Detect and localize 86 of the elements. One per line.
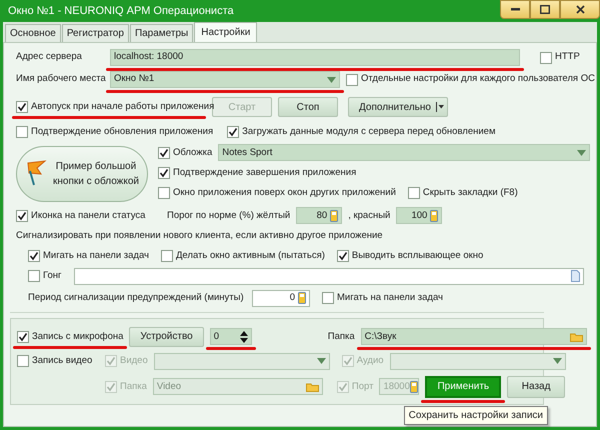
checkbox-label: Выводить всплывающее окно xyxy=(352,248,484,262)
audio-source-dropdown[interactable] xyxy=(390,352,566,370)
checkbox[interactable] xyxy=(158,146,170,159)
field-label: Порог по норме (%) жёлтый xyxy=(167,208,290,223)
checkbox[interactable] xyxy=(336,250,349,262)
video-source-dropdown[interactable] xyxy=(154,352,330,370)
checkbox-label: Мигать на панели задач xyxy=(43,248,149,262)
more-split-button[interactable]: Дополнительно xyxy=(348,97,448,117)
tab[interactable]: Параметры xyxy=(130,24,194,42)
field-label: Папка xyxy=(328,330,355,344)
checkbox[interactable] xyxy=(17,355,29,368)
spinner-icon xyxy=(430,210,438,222)
checkbox-label: Отдельные настройки для каждого пользователя ОС xyxy=(361,72,595,86)
caret-icon xyxy=(436,102,444,112)
checkbox[interactable] xyxy=(322,292,334,304)
checkbox-label: Загружать данные модуля с сервера перед обновлением xyxy=(242,125,496,139)
checkbox[interactable] xyxy=(16,101,28,113)
large-skin-button[interactable]: Пример большой кнопки с обложкой xyxy=(16,146,148,202)
server-address-field[interactable]: localhost: 18000 xyxy=(110,49,520,66)
window-title: Окно №1 - NEURONIQ АРМ Операциониста xyxy=(8,4,234,19)
back-button[interactable]: Назад xyxy=(507,376,566,398)
dropdown-caret-icon xyxy=(552,358,562,364)
checkbox[interactable] xyxy=(158,186,170,199)
checkbox-label: Видео xyxy=(120,354,148,368)
stop-button[interactable]: Стоп xyxy=(278,97,338,117)
checkbox[interactable] xyxy=(28,250,40,262)
checkbox[interactable] xyxy=(17,330,29,343)
checkbox[interactable] xyxy=(16,210,28,222)
critical-threshold-spinner[interactable]: 100 xyxy=(396,207,442,224)
field-label: Адрес сервера xyxy=(16,50,83,64)
field-label: Имя рабочего места xyxy=(16,72,104,86)
spinner-icon xyxy=(330,210,338,222)
checkbox-label: Гонг xyxy=(43,269,62,284)
up-down-arrows-icon xyxy=(240,330,248,344)
skin-dropdown[interactable]: Notes Sport xyxy=(218,144,590,162)
checkbox[interactable] xyxy=(346,74,358,86)
folder-icon xyxy=(570,332,583,342)
apply-button[interactable]: Применить xyxy=(425,376,502,398)
checkbox-label: Окно приложения поверх окон других приложений xyxy=(173,186,396,200)
minimize-button[interactable] xyxy=(500,0,530,19)
section-label: Сигнализировать при появлении нового клиента, если активно другое приложение xyxy=(16,229,383,244)
spinner-icon xyxy=(298,292,306,304)
spinner-icon xyxy=(410,380,418,393)
checkbox-label: Порт xyxy=(352,380,374,394)
maximize-icon xyxy=(540,5,550,14)
folder-field[interactable]: C:\Звук xyxy=(360,328,587,346)
checkbox[interactable] xyxy=(227,126,240,138)
device-button[interactable]: Устройство xyxy=(129,326,204,347)
checkbox[interactable] xyxy=(408,186,420,199)
checkbox[interactable] xyxy=(28,270,40,282)
checkbox[interactable] xyxy=(16,126,28,138)
checkbox-label: Иконка на панели статуса xyxy=(31,208,146,223)
dropdown-caret-icon xyxy=(327,76,336,82)
maximize-button[interactable] xyxy=(530,0,560,19)
file-icon xyxy=(570,270,580,282)
warning-period-spinner[interactable]: 0 xyxy=(252,290,310,307)
close-icon xyxy=(576,5,584,14)
checkbox-label: Папка xyxy=(120,380,147,394)
tab[interactable]: Настройки xyxy=(194,22,258,42)
checkbox-label: Мигать на панели задач xyxy=(337,291,443,306)
checkbox-label: Автопуск при начале работы приложения xyxy=(31,100,214,114)
checkbox[interactable] xyxy=(540,52,552,64)
close-button[interactable] xyxy=(560,0,600,19)
checkbox-label: Запись видео xyxy=(32,354,92,368)
checkbox-label: Скрыть закладки (F8) xyxy=(422,186,518,200)
checkbox[interactable] xyxy=(161,250,173,262)
checkbox-label: Обложка xyxy=(173,146,212,160)
sound-file-field[interactable] xyxy=(74,268,584,285)
field-label: , красный xyxy=(348,208,390,223)
tooltip: Сохранить настройки записи xyxy=(404,406,548,425)
device-spinner[interactable]: 0 xyxy=(210,328,252,346)
checkbox-label: Подтверждение обновления приложения xyxy=(31,125,214,139)
checkbox-label: Аудио xyxy=(356,354,384,368)
checkbox[interactable] xyxy=(158,167,170,180)
checkbox-label: Запись с микрофона xyxy=(32,330,124,344)
tab[interactable]: Основное xyxy=(5,24,61,42)
dropdown-caret-icon xyxy=(316,358,326,364)
checkbox-label: Делать окно активным (пытаться) xyxy=(176,248,325,262)
checkbox-label: HTTP xyxy=(555,50,580,64)
workplace-dropdown[interactable]: Окно №1 xyxy=(110,71,340,88)
checkbox-label: Подтверждение завершения приложения xyxy=(173,166,356,180)
minimize-icon xyxy=(510,8,520,11)
folder-icon xyxy=(306,382,319,392)
dropdown-caret-icon xyxy=(577,150,586,156)
tab[interactable]: Регистратор xyxy=(62,24,129,42)
warning-threshold-spinner[interactable]: 80 xyxy=(296,207,342,224)
